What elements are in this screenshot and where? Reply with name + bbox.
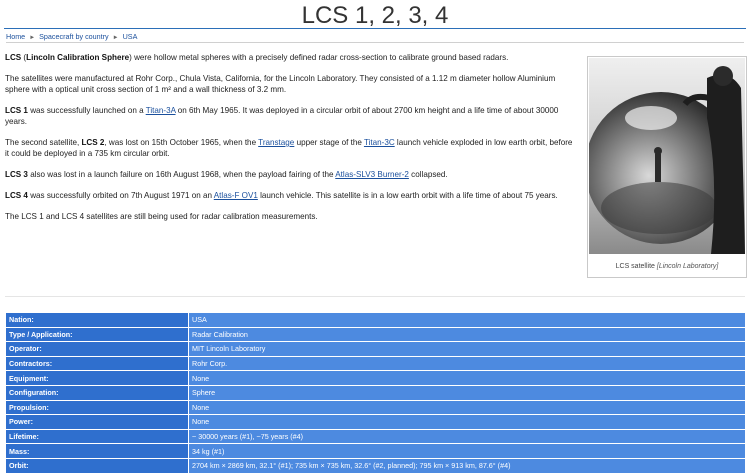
spec-key: Propulsion: [5, 399, 189, 416]
breadcrumb: Home ► Spacecraft by country ► USA [6, 31, 744, 43]
breadcrumb-separator-icon: ► [112, 35, 119, 41]
spec-value: USA [188, 312, 746, 328]
spec-key: Configuration: [5, 384, 189, 401]
text-span: was successfully launched on a [27, 106, 146, 115]
spec-value: None [188, 399, 746, 416]
text-span: upper stage of the [294, 138, 364, 147]
spec-value: MIT Lincoln Laboratory [188, 341, 746, 357]
spec-value: None [188, 414, 746, 430]
spec-key: Power: [5, 414, 189, 430]
spec-key: Contractors: [5, 355, 189, 372]
spec-value: Sphere [188, 384, 746, 401]
table-row: Lifetime: ~ 30000 years (#1), ~75 years (… [5, 428, 746, 445]
spacecraft-specs-table: Nation: USA Type / Application: Radar Cali… [5, 312, 746, 474]
bold-term: LCS 3 [5, 170, 28, 179]
atlas-slv3-burner2-link[interactable]: Atlas-SLV3 Burner-2 [335, 170, 409, 179]
text-span: was successfully orbited on 7th August 1… [27, 191, 214, 200]
table-row: Mass: 34 kg (#1) [5, 443, 746, 459]
breadcrumb-home-link[interactable]: Home [6, 32, 25, 41]
caption-credit: [Lincoln Laboratory] [656, 263, 719, 270]
paragraph-lcs3: LCS 3 also was lost in a launch failure … [5, 169, 577, 180]
titan-3c-link[interactable]: Titan-3C [364, 138, 395, 147]
table-row: Configuration: Sphere [5, 384, 746, 401]
text-span: collapsed. [408, 170, 448, 179]
table-row: Power: None [5, 414, 746, 430]
text-span: also was lost in a launch failure on 16t… [27, 170, 336, 179]
spec-key: Mass: [5, 443, 189, 459]
spec-key: Type / Application: [5, 326, 189, 343]
paragraph-lcs4: LCS 4 was successfully orbited on 7th Au… [5, 190, 577, 201]
spec-value: 34 kg (#1) [188, 443, 746, 459]
lcs-satellite-photo[interactable] [589, 58, 745, 254]
breadcrumb-spacecraft-by-country-link[interactable]: Spacecraft by country [39, 32, 109, 41]
paragraph-intro: LCS (Lincoln Calibration Sphere) were ho… [5, 52, 577, 63]
titan-3a-link[interactable]: Titan-3A [146, 106, 176, 115]
text-span: ) were hollow metal spheres with a preci… [129, 53, 509, 62]
table-row: Nation: USA [5, 312, 746, 328]
bold-term: LCS 1 [5, 106, 28, 115]
satellite-photo-illustration [589, 58, 745, 254]
title-divider [4, 28, 746, 29]
spec-value: Radar Calibration [188, 326, 746, 343]
spec-value: 2704 km × 2869 km, 32.1° (#1); 735 km × … [188, 457, 746, 474]
bold-term: LCS 4 [5, 191, 28, 200]
spec-value: Rohr Corp. [188, 355, 746, 372]
table-row: Contractors: Rohr Corp. [5, 355, 746, 372]
table-row: Operator: MIT Lincoln Laboratory [5, 341, 746, 357]
table-row: Propulsion: None [5, 399, 746, 416]
paragraph-manufacture: The satellites were manufactured at Rohr… [5, 74, 556, 94]
spec-key: Orbit: [5, 457, 189, 474]
table-row: Orbit: 2704 km × 2869 km, 32.1° (#1); 735… [5, 457, 746, 474]
spec-value: None [188, 370, 746, 386]
breadcrumb-usa-link[interactable]: USA [123, 32, 138, 41]
section-divider [5, 296, 745, 297]
caption-text: LCS satellite [615, 263, 655, 270]
spec-value: ~ 30000 years (#1), ~75 years (#4) [188, 428, 746, 445]
text-span: , was lost on 15th October 1965, when th… [104, 138, 259, 147]
spec-key: Operator: [5, 341, 189, 357]
transtage-link[interactable]: Transtage [258, 138, 294, 147]
spec-key: Lifetime: [5, 428, 189, 445]
bold-term: LCS [5, 53, 22, 62]
paragraph-lcs2: The second satellite, LCS 2, was lost on… [5, 137, 577, 159]
article-body: LCS (Lincoln Calibration Sphere) were ho… [5, 52, 577, 232]
figure-caption: LCS satellite [Lincoln Laboratory] [588, 263, 746, 270]
text-span: The second satellite, [5, 138, 82, 147]
spec-key: Nation: [5, 312, 189, 328]
breadcrumb-separator-icon: ► [29, 35, 36, 41]
atlas-f-ov1-link[interactable]: Atlas-F OV1 [214, 191, 258, 200]
page-title: LCS 1, 2, 3, 4 [301, 2, 449, 29]
paragraph-lcs1: LCS 1 was successfully launched on a Tit… [5, 105, 577, 127]
bold-term: LCS 2 [81, 138, 105, 147]
satellite-figure: LCS satellite [Lincoln Laboratory] [587, 56, 747, 278]
text-span: launch vehicle. This satellite is in a l… [257, 191, 558, 200]
table-row: Type / Application: Radar Calibration [5, 326, 746, 343]
spec-key: Equipment: [5, 370, 189, 386]
table-row: Equipment: None [5, 370, 746, 386]
paragraph-current-use: The LCS 1 and LCS 4 satellites are still… [5, 212, 318, 221]
bold-term: Lincoln Calibration Sphere [26, 53, 130, 62]
